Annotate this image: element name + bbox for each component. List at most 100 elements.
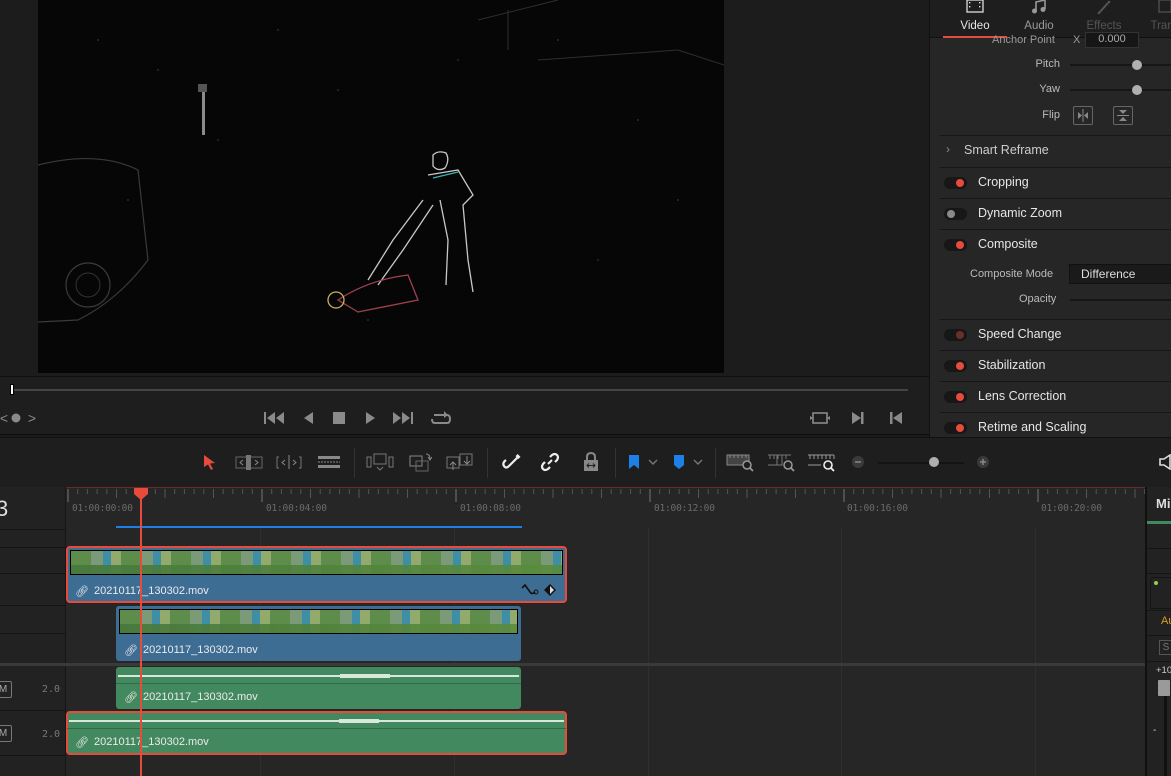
zoom-full-icon	[726, 454, 754, 472]
yaw-slider-knob[interactable]	[1132, 85, 1142, 95]
play-icon[interactable]	[358, 408, 382, 428]
blade-edit-mode-button[interactable]	[316, 450, 342, 474]
clip-name: 20210117_130302.mov	[143, 691, 258, 703]
scrub-track[interactable]	[10, 389, 908, 391]
audio-clip-a1[interactable]: 🔗︎ 20210117_130302.mov	[116, 667, 521, 709]
plus-circle-icon	[977, 456, 989, 468]
playhead-line[interactable]	[140, 490, 142, 776]
playhead-handle[interactable]	[133, 487, 149, 501]
first-frame-icon[interactable]	[262, 408, 286, 428]
dynamic-zoom-toggle[interactable]	[944, 208, 967, 220]
flag-button[interactable]	[627, 450, 659, 474]
reverse-play-icon[interactable]	[296, 408, 320, 428]
stop-icon[interactable]	[327, 408, 351, 428]
link-icon: 🔗︎	[124, 692, 138, 704]
zoom-detail-button[interactable]	[766, 450, 798, 474]
video-clip-v1[interactable]: 🔗︎ 20210117_130302.mov	[116, 606, 521, 661]
dynamic-zoom-label: Dynamic Zoom	[978, 206, 1063, 220]
scrub-playhead[interactable]	[10, 384, 14, 395]
track-headers: 3 M 2.0 M 2.0	[0, 487, 66, 776]
trim-edit-mode-button[interactable]	[234, 450, 264, 474]
viewer-scrubber[interactable]	[0, 376, 929, 402]
opacity-slider[interactable]	[1070, 299, 1171, 301]
snapping-button[interactable]	[500, 450, 524, 474]
fader-track[interactable]	[1164, 683, 1167, 776]
transition-icon	[1158, 0, 1171, 13]
pitch-slider[interactable]	[1070, 64, 1171, 66]
last-frame-icon[interactable]	[391, 408, 415, 428]
audio-track-2-channels: 2.0	[42, 729, 61, 740]
section-smart-reframe[interactable]: › Smart Reframe	[940, 135, 1171, 165]
flip-row: Flip	[930, 104, 1171, 128]
zoom-out-button[interactable]	[850, 450, 866, 474]
anchor-x-input[interactable]: 0.000	[1085, 32, 1139, 48]
replace-clip-button[interactable]	[445, 450, 477, 474]
pitch-slider-knob[interactable]	[1132, 60, 1142, 70]
volume-fader-knob[interactable]	[1158, 680, 1170, 696]
flip-vertical-button[interactable]	[1113, 106, 1133, 125]
dynamic-trim-mode-button[interactable]	[275, 450, 303, 474]
timecode-label: 01:00:08:00	[460, 503, 521, 514]
zoom-custom-button[interactable]	[806, 450, 838, 474]
flip-horizontal-button[interactable]	[1073, 106, 1093, 125]
link-icon: 🔗︎	[75, 586, 89, 598]
loop-icon[interactable]	[429, 408, 453, 428]
solo-button[interactable]: S	[1159, 640, 1171, 655]
video-audio-divider	[66, 663, 1145, 666]
section-retime-scaling[interactable]: Retime and Scaling	[940, 412, 1171, 437]
inspector-panel: Video Audio Effects Trans Anchor Point X…	[929, 0, 1171, 437]
blade-icon	[318, 456, 340, 468]
match-frame-icon[interactable]	[808, 408, 832, 428]
toolbar-divider	[487, 448, 488, 478]
retime-scaling-toggle[interactable]	[944, 422, 967, 434]
lens-correction-toggle[interactable]	[944, 391, 967, 403]
zoom-in-button[interactable]	[975, 450, 991, 474]
composite-toggle[interactable]	[944, 239, 967, 251]
waveform-divider	[116, 683, 521, 684]
section-lens-correction[interactable]: Lens Correction	[940, 381, 1171, 411]
speed-change-toggle[interactable]	[944, 329, 967, 341]
anchor-point-row: Anchor Point X 0.000	[930, 30, 1171, 54]
yaw-slider[interactable]	[1070, 89, 1171, 91]
section-composite[interactable]: Composite	[940, 229, 1171, 259]
arrow-pointer-icon	[204, 455, 215, 470]
composite-mode-dropdown[interactable]: Difference	[1069, 264, 1171, 284]
audio-track-2-mute-button[interactable]: M	[0, 725, 12, 742]
overwrite-clip-button[interactable]	[407, 450, 433, 474]
audio-track-1-mute-button[interactable]: M	[0, 681, 12, 698]
timecode-label: 01:00:16:00	[847, 503, 908, 514]
speaker-icon[interactable]	[1158, 450, 1171, 474]
zoom-full-button[interactable]	[725, 450, 757, 474]
trim-icon	[235, 455, 263, 470]
position-lock-button[interactable]	[579, 450, 603, 474]
next-edit-icon[interactable]	[846, 408, 870, 428]
retime-scaling-label: Retime and Scaling	[978, 420, 1087, 434]
section-cropping[interactable]: Cropping	[940, 167, 1171, 197]
clip-name: 20210117_130302.mov	[94, 736, 209, 748]
padlock-icon	[584, 452, 598, 471]
marker-button[interactable]	[672, 450, 706, 474]
stabilization-toggle[interactable]	[944, 360, 967, 372]
gridline	[841, 528, 842, 776]
film-icon	[966, 0, 984, 13]
previous-edit-icon[interactable]	[884, 408, 908, 428]
linked-selection-button[interactable]	[538, 450, 562, 474]
overwrite-clip-icon	[409, 453, 432, 472]
timecode-ruler[interactable]: 01:00:00:00 01:00:04:00 01:00:08:00 01:0…	[66, 487, 1145, 528]
timeline-zoom-knob[interactable]	[929, 457, 939, 467]
selection-mode-button[interactable]	[199, 450, 219, 474]
next-clip-button[interactable]: >	[20, 408, 44, 428]
section-dynamic-zoom[interactable]: Dynamic Zoom	[940, 198, 1171, 228]
section-speed-change[interactable]: Speed Change	[940, 319, 1171, 349]
cropping-toggle[interactable]	[944, 177, 967, 189]
pan-control[interactable]	[1150, 577, 1171, 609]
keyframe-diamond-icon	[544, 584, 556, 596]
section-stabilization[interactable]: Stabilization	[940, 350, 1171, 380]
gridline	[1035, 528, 1036, 776]
insert-clip-button[interactable]	[366, 450, 394, 474]
clip-thumbnails	[70, 550, 563, 575]
speed-change-label: Speed Change	[978, 327, 1062, 341]
timeline-zoom-slider[interactable]	[878, 462, 964, 464]
fader-scale-top: +10	[1156, 665, 1171, 676]
video-preview[interactable]	[38, 0, 724, 373]
